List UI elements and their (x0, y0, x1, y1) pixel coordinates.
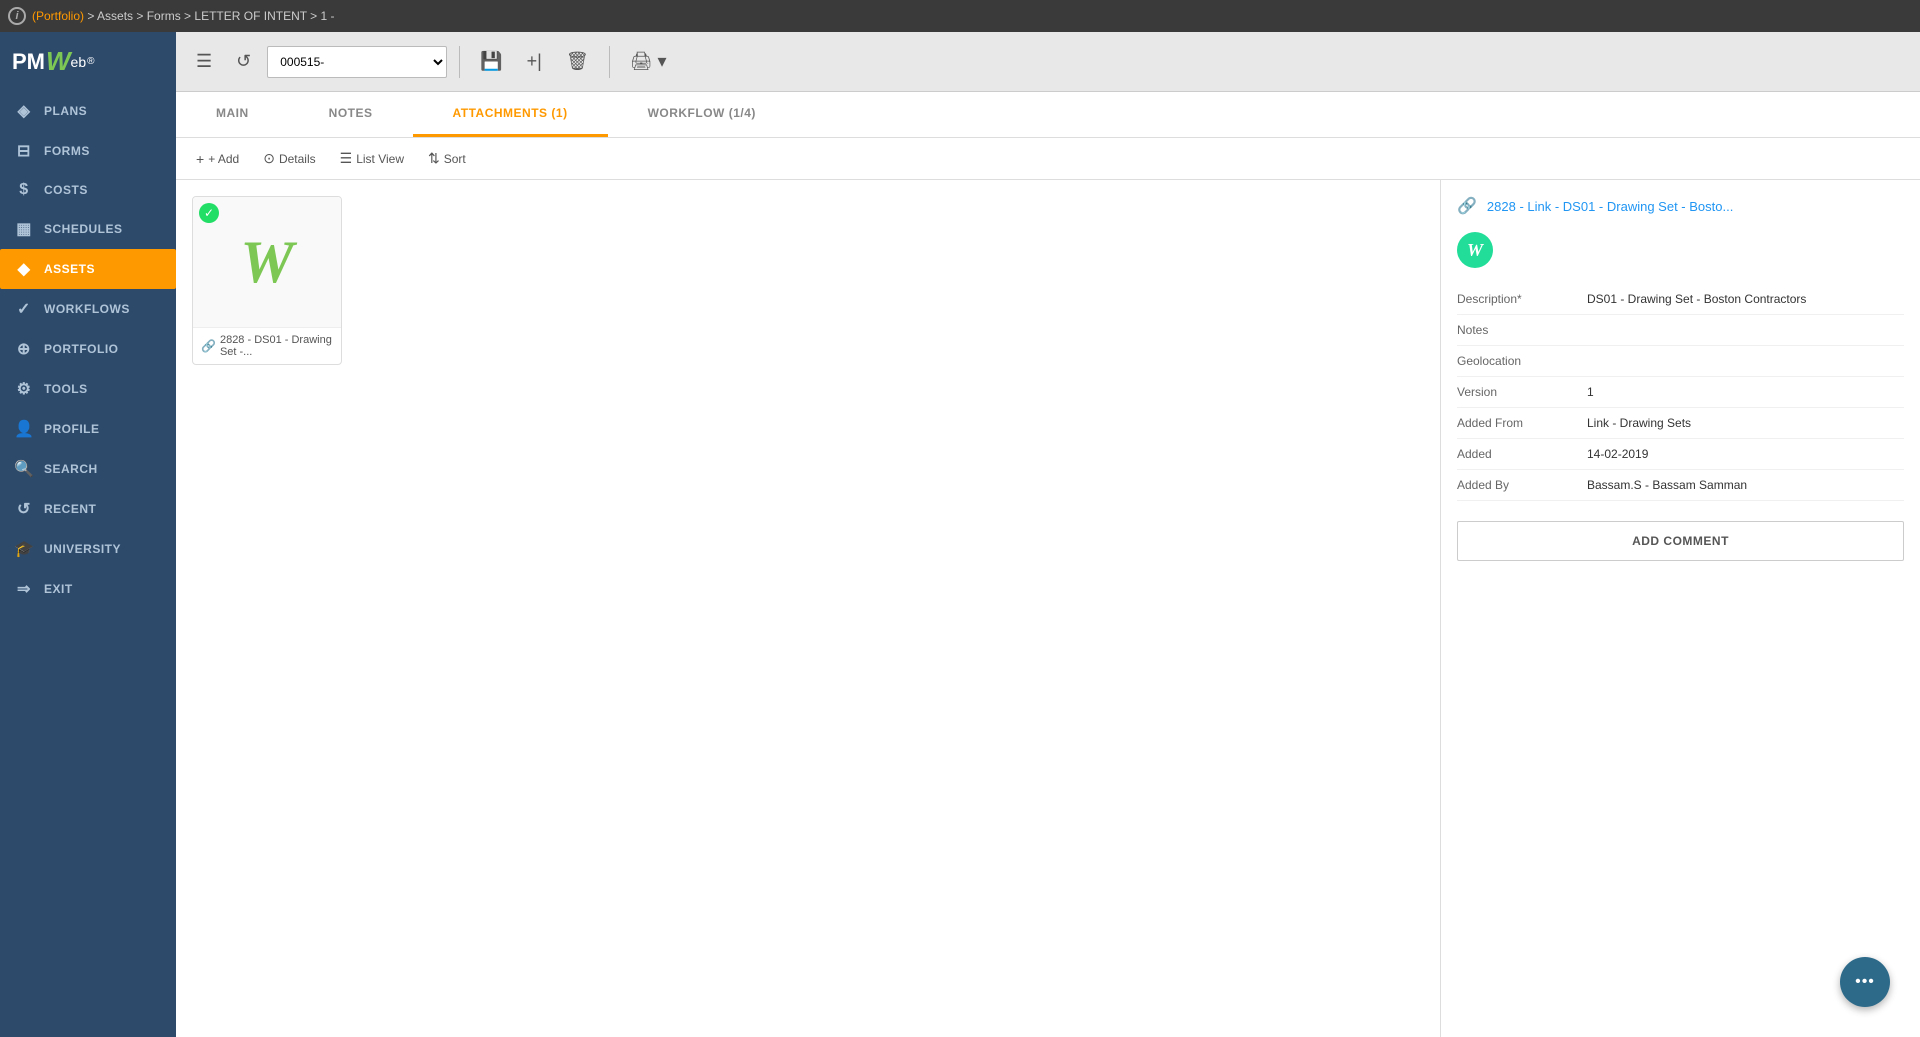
thumbnail-label: 🔗 2828 - DS01 - Drawing Set -... (193, 327, 341, 364)
tabs: MAIN NOTES ATTACHMENTS (1) WORKFLOW (1/4… (176, 92, 1920, 138)
portfolio-icon: ⊕ (14, 339, 34, 359)
list-view-button[interactable]: ☰ (188, 45, 220, 78)
logo: PM W eb ® (0, 32, 176, 91)
detail-logo: W (1457, 232, 1493, 268)
sidebar-item-assets[interactable]: ◆ ASSETS (0, 249, 176, 289)
sidebar-item-profile[interactable]: 👤 PROFILE (0, 409, 176, 449)
sidebar-item-schedules[interactable]: ▦ SCHEDULES (0, 209, 176, 249)
sort-button[interactable]: ⇅ Sort (420, 146, 474, 171)
detail-row-version: Version 1 (1457, 377, 1904, 408)
list-icon: ☰ (340, 150, 353, 167)
main-content: ☰ ↺ 000515- 💾 +| 🗑 🖨 ▾ MAIN NOTES ATTACH… (176, 32, 1920, 1037)
print-button[interactable]: 🖨 ▾ (622, 45, 675, 78)
list-view-sub-button[interactable]: ☰ List View (332, 146, 412, 171)
record-select[interactable]: 000515- (267, 46, 447, 78)
tab-main[interactable]: MAIN (176, 92, 289, 137)
top-bar: i (Portfolio) > Assets > Forms > LETTER … (0, 0, 1920, 32)
details-icon: ⊙ (263, 150, 275, 167)
sidebar-item-workflows[interactable]: ✓ WORKFLOWS (0, 289, 176, 329)
sidebar-item-search[interactable]: 🔍 SEARCH (0, 449, 176, 489)
search-icon: 🔍 (14, 459, 34, 479)
detail-fields: Description* DS01 - Drawing Set - Boston… (1457, 284, 1904, 501)
detail-row-geolocation: Geolocation (1457, 346, 1904, 377)
tab-workflow[interactable]: WORKFLOW (1/4) (608, 92, 796, 137)
sidebar-item-university[interactable]: 🎓 UNIVERSITY (0, 529, 176, 569)
workflows-icon: ✓ (14, 299, 34, 319)
toolbar: ☰ ↺ 000515- 💾 +| 🗑 🖨 ▾ (176, 32, 1920, 92)
recent-icon: ↺ (14, 499, 34, 519)
add-icon: + (196, 151, 204, 167)
selected-check: ✓ (199, 203, 219, 223)
add-attachment-button[interactable]: + + Add (188, 147, 247, 171)
detail-row-added-from: Added From Link - Drawing Sets (1457, 408, 1904, 439)
detail-title[interactable]: 2828 - Link - DS01 - Drawing Set - Bosto… (1487, 199, 1733, 214)
add-comment-button[interactable]: ADD COMMENT (1457, 521, 1904, 561)
detail-row-description: Description* DS01 - Drawing Set - Boston… (1457, 284, 1904, 315)
tab-attachments[interactable]: ATTACHMENTS (1) (413, 92, 608, 137)
delete-button[interactable]: 🗑 (558, 45, 597, 78)
link-icon: 🔗 (201, 339, 216, 353)
sort-icon: ⇅ (428, 150, 440, 167)
save-button[interactable]: 💾 (472, 45, 510, 78)
fab-icon: ••• (1855, 973, 1875, 991)
undo-button[interactable]: ↺ (228, 45, 259, 78)
sidebar-item-exit[interactable]: ⇒ EXIT (0, 569, 176, 609)
schedules-icon: ▦ (14, 219, 34, 239)
portfolio-link[interactable]: (Portfolio) (32, 9, 84, 23)
profile-icon: 👤 (14, 419, 34, 439)
detail-link-icon: 🔗 (1457, 196, 1477, 216)
detail-row-added: Added 14-02-2019 (1457, 439, 1904, 470)
sidebar-item-forms[interactable]: ⊟ FORMS (0, 131, 176, 171)
detail-row-added-by: Added By Bassam.S - Bassam Samman (1457, 470, 1904, 501)
w-logo-icon: W (240, 228, 293, 297)
detail-panel: 🔗 2828 - Link - DS01 - Drawing Set - Bos… (1440, 180, 1920, 1037)
attachment-thumbnail[interactable]: ✓ W 🔗 2828 - DS01 - Drawing Set -... (192, 196, 342, 365)
sidebar-item-plans[interactable]: ◈ PLANS (0, 91, 176, 131)
toolbar-separator-2 (609, 46, 610, 78)
costs-icon: $ (14, 181, 34, 199)
content-area: ✓ W 🔗 2828 - DS01 - Drawing Set -... 🔗 2… (176, 180, 1920, 1037)
university-icon: 🎓 (14, 539, 34, 559)
sub-toolbar: + + Add ⊙ Details ☰ List View ⇅ Sort (176, 138, 1920, 180)
attachments-panel: ✓ W 🔗 2828 - DS01 - Drawing Set -... (176, 180, 1440, 1037)
breadcrumb: (Portfolio) > Assets > Forms > LETTER OF… (32, 9, 335, 23)
sidebar-item-tools[interactable]: ⚙ TOOLS (0, 369, 176, 409)
details-button[interactable]: ⊙ Details (255, 146, 323, 171)
assets-icon: ◆ (14, 259, 34, 279)
add-button[interactable]: +| (519, 45, 550, 78)
exit-icon: ⇒ (14, 579, 34, 599)
plans-icon: ◈ (14, 101, 34, 121)
info-icon[interactable]: i (8, 7, 26, 25)
sidebar-item-recent[interactable]: ↺ RECENT (0, 489, 176, 529)
detail-row-notes: Notes (1457, 315, 1904, 346)
tab-notes[interactable]: NOTES (289, 92, 413, 137)
sidebar: PM W eb ® ◈ PLANS ⊟ FORMS $ COSTS ▦ SCHE… (0, 32, 176, 1037)
fab-button[interactable]: ••• (1840, 957, 1890, 1007)
detail-header: 🔗 2828 - Link - DS01 - Drawing Set - Bos… (1457, 196, 1904, 216)
sidebar-item-portfolio[interactable]: ⊕ PORTFOLIO (0, 329, 176, 369)
forms-icon: ⊟ (14, 141, 34, 161)
sidebar-item-costs[interactable]: $ COSTS (0, 171, 176, 209)
toolbar-separator-1 (459, 46, 460, 78)
tools-icon: ⚙ (14, 379, 34, 399)
